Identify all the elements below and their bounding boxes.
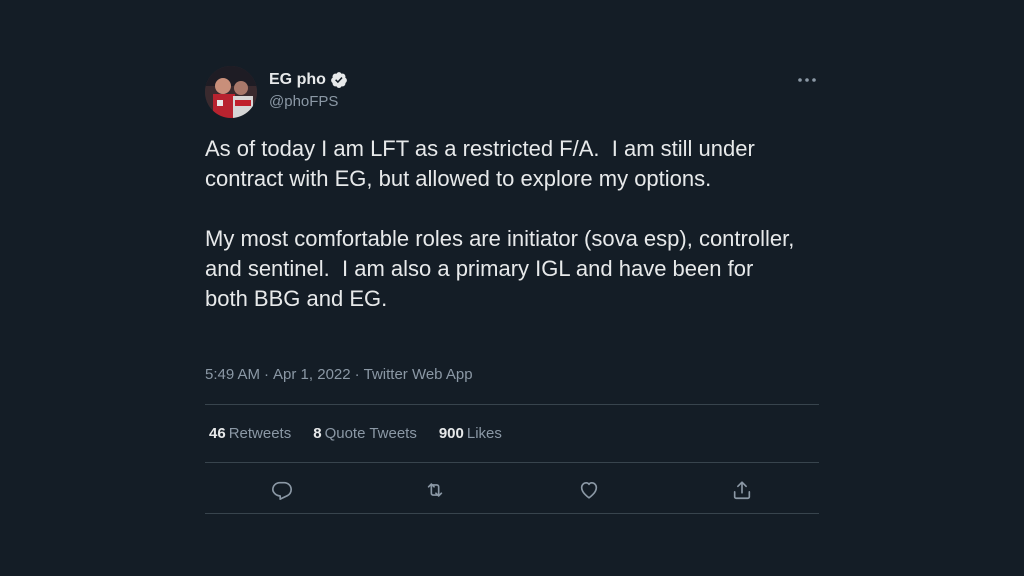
quote-tweets-label: Quote Tweets bbox=[324, 425, 417, 442]
verified-badge-icon bbox=[330, 71, 348, 89]
retweets-stat[interactable]: 46 Retweets bbox=[209, 424, 291, 444]
more-dots-icon bbox=[798, 78, 816, 82]
quote-tweets-count: 8 bbox=[313, 425, 322, 442]
tweet-source[interactable]: Twitter Web App bbox=[364, 365, 473, 385]
likes-label: Likes bbox=[466, 425, 502, 442]
tweet-text: As of today I am LFT as a restricted F/A… bbox=[205, 136, 795, 311]
retweets-count: 46 bbox=[209, 425, 226, 442]
divider bbox=[205, 513, 819, 514]
tweet-actions-bar bbox=[205, 474, 819, 506]
avatar-image bbox=[205, 66, 257, 118]
divider bbox=[205, 404, 819, 405]
retweet-button[interactable] bbox=[419, 474, 451, 506]
like-icon bbox=[580, 482, 598, 499]
meta-separator: · bbox=[354, 366, 360, 383]
retweet-icon bbox=[427, 483, 443, 497]
share-icon bbox=[733, 481, 751, 500]
share-button[interactable] bbox=[726, 474, 758, 506]
reply-button[interactable] bbox=[266, 474, 298, 506]
reply-icon bbox=[272, 481, 292, 500]
tweet-metadata: 5:49 AM · Apr 1, 2022 · Twitter Web App bbox=[205, 365, 473, 385]
tweet-date[interactable]: Apr 1, 2022 bbox=[273, 365, 351, 385]
quote-tweets-stat[interactable]: 8 Quote Tweets bbox=[313, 424, 417, 444]
tweet-card: EG pho @phoFPS As of today I am LFT as a… bbox=[205, 62, 819, 522]
author-name-row[interactable]: EG pho bbox=[269, 70, 348, 90]
meta-separator: · bbox=[264, 366, 270, 383]
author-display-name[interactable]: EG pho bbox=[269, 70, 326, 90]
divider bbox=[205, 462, 819, 463]
likes-count: 900 bbox=[438, 425, 464, 442]
screenshot-canvas: EG pho @phoFPS As of today I am LFT as a… bbox=[0, 0, 1024, 576]
retweets-label: Retweets bbox=[228, 425, 292, 442]
avatar[interactable] bbox=[205, 66, 257, 118]
likes-stat[interactable]: 900 Likes bbox=[439, 424, 502, 444]
author-handle[interactable]: @phoFPS bbox=[269, 92, 338, 112]
tweet-time[interactable]: 5:49 AM bbox=[205, 365, 260, 385]
more-options-button[interactable] bbox=[795, 68, 819, 92]
like-button[interactable] bbox=[573, 474, 605, 506]
tweet-stats: 46 Retweets 8 Quote Tweets 900 Likes bbox=[209, 424, 502, 444]
